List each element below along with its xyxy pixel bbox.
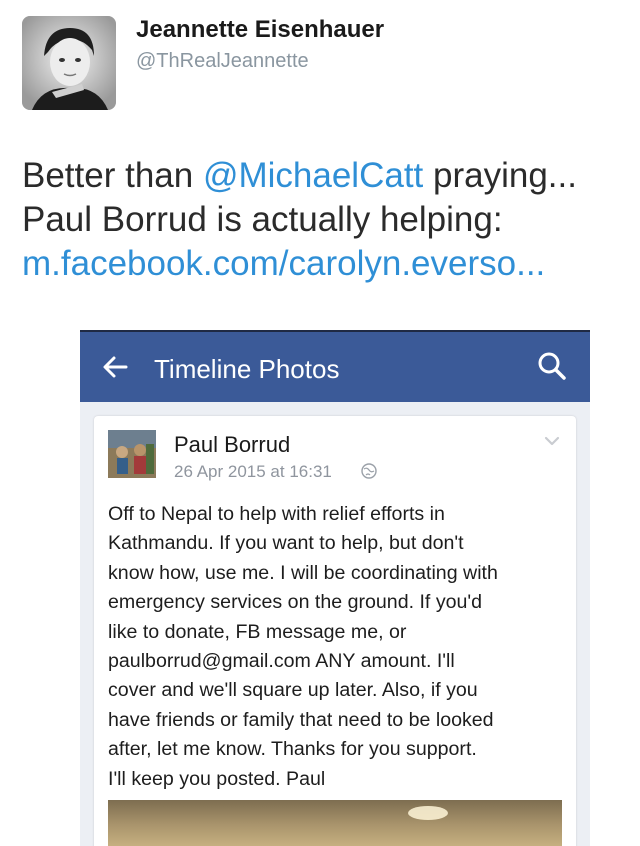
back-arrow-icon[interactable] <box>100 352 130 387</box>
facebook-post-card: Paul Borrud 26 Apr 2015 at 16:31 Off to … <box>94 416 576 846</box>
tweet-line-2: Paul Borrud is actually helping: <box>22 200 503 239</box>
avatar-portrait <box>22 16 116 110</box>
author-avatar[interactable] <box>22 16 116 110</box>
facebook-bar-title: Timeline Photos <box>154 354 340 384</box>
tweet-line-1: Better than @MichaelCatt praying... <box>22 154 632 198</box>
facebook-url-link[interactable]: m.facebook.com/carolyn.everso... <box>22 242 632 286</box>
author-name[interactable]: Jeannette Eisenhauer <box>136 16 384 44</box>
globe-icon <box>360 462 378 485</box>
post-author-name[interactable]: Paul Borrud <box>174 432 290 458</box>
mention-link[interactable]: @MichaelCatt <box>203 156 423 195</box>
photo-ceiling-light <box>408 806 448 820</box>
post-author-avatar[interactable] <box>108 430 156 478</box>
post-photo[interactable] <box>108 800 562 846</box>
embedded-facebook-screenshot[interactable]: Timeline Photos Paul Borrud 26 Apr 2015 … <box>80 330 590 846</box>
chevron-down-icon[interactable] <box>542 434 562 453</box>
search-icon[interactable] <box>536 350 568 387</box>
facebook-top-bar: Timeline Photos <box>80 332 590 402</box>
post-body-text: Off to Nepal to help with relief efforts… <box>108 503 498 790</box>
post-timestamp[interactable]: 26 Apr 2015 at 16:31 <box>174 462 332 482</box>
tweet-text-part2: praying... <box>423 156 577 195</box>
tweet-text-part1: Better than <box>22 156 203 195</box>
author-handle[interactable]: @ThRealJeannette <box>136 50 309 73</box>
tweet-text: Better than @MichaelCatt praying... Paul… <box>22 154 632 286</box>
